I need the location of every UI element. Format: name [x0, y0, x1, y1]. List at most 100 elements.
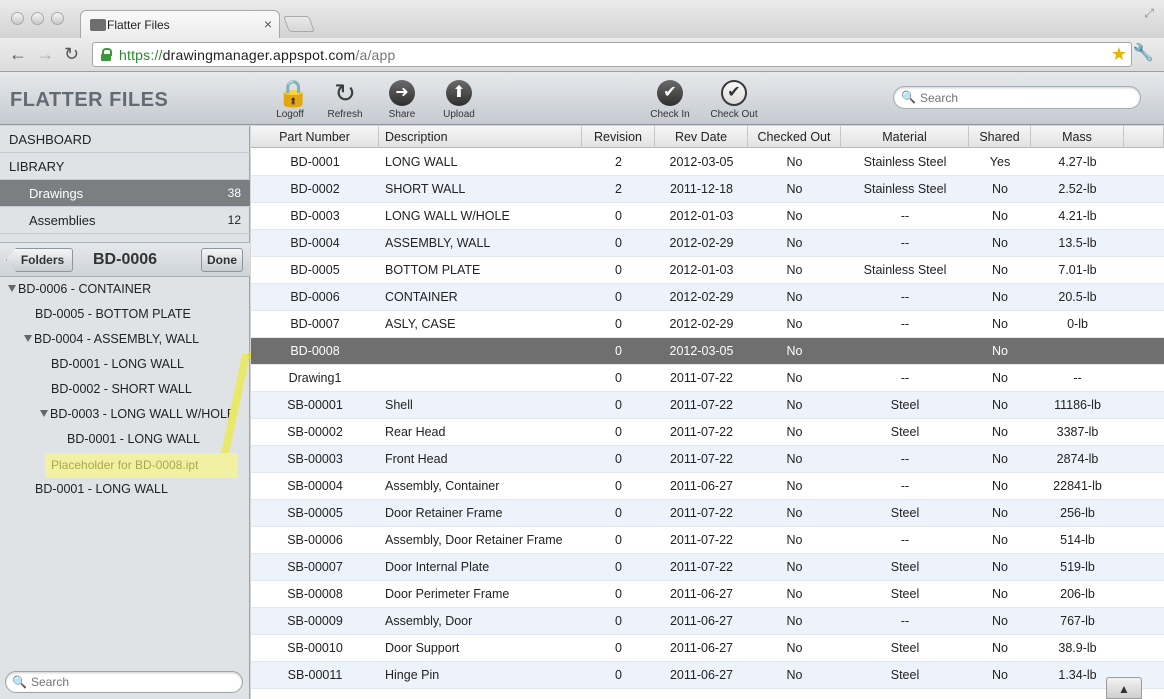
column-header-mass[interactable]: Mass: [1031, 126, 1124, 148]
table-row[interactable]: SB-00003 Front Head 0 2011-07-22 No -- No 2874-…: [251, 446, 1164, 473]
check-in-button[interactable]: ✔ Check In: [641, 80, 699, 120]
bookmark-star-icon[interactable]: ★: [1111, 44, 1127, 65]
cell-shared: No: [992, 641, 1008, 655]
table-row[interactable]: SB-00009 Assembly, Door 0 2011-06-27 No -- No 7…: [251, 608, 1164, 635]
table-row[interactable]: BD-0006 CONTAINER 0 2012-02-29 No -- No 20.5-lb: [251, 284, 1164, 311]
cell-mass: 767-lb: [1060, 614, 1095, 628]
logoff-button[interactable]: 🔒 Logoff: [261, 80, 319, 120]
tree-node[interactable]: BD-0001 - LONG WALL: [35, 480, 168, 498]
cell-description: SHORT WALL: [385, 182, 466, 196]
drop-placeholder: Placeholder for BD-0008.ipt: [45, 453, 238, 478]
done-button[interactable]: Done: [201, 248, 243, 272]
address-bar[interactable]: https://drawingmanager.appspot.com/a/app…: [92, 42, 1132, 67]
column-header-shared[interactable]: Shared: [969, 126, 1031, 148]
expand-triangle-icon[interactable]: [24, 335, 32, 342]
cell-shared: No: [992, 506, 1008, 520]
column-header-material[interactable]: Material: [841, 126, 969, 148]
refresh-button[interactable]: ↻ Refresh: [316, 80, 374, 120]
column-header-rev-date[interactable]: Rev Date: [655, 126, 748, 148]
cell-material: Steel: [890, 587, 920, 601]
sidebar-item-dashboard[interactable]: DASHBOARD: [0, 126, 250, 153]
cell-description: [379, 338, 582, 365]
table-row[interactable]: SB-00002 Rear Head 0 2011-07-22 No Steel No 338…: [251, 419, 1164, 446]
cell-material: Steel: [890, 398, 920, 412]
tab-title: Flatter Files: [107, 18, 170, 32]
wrench-icon[interactable]: 🔧: [1133, 43, 1154, 63]
table-row[interactable]: BD-0007 ASLY, CASE 0 2012-02-29 No -- No 0-lb: [251, 311, 1164, 338]
cell-revision: 0: [615, 533, 622, 547]
table-row[interactable]: BD-0004 ASSEMBLY, WALL 0 2012-02-29 No -- No 13…: [251, 230, 1164, 257]
cell-revision: 0: [615, 236, 622, 250]
column-header-revision[interactable]: Revision: [582, 126, 655, 148]
table-row[interactable]: SB-00001 Shell 0 2011-07-22 No Steel No 11186-l…: [251, 392, 1164, 419]
reload-icon[interactable]: ↻: [64, 44, 79, 64]
browser-tab[interactable]: Flatter Files ×: [80, 10, 280, 38]
expand-triangle-icon[interactable]: [40, 410, 48, 417]
new-tab-button[interactable]: [283, 16, 315, 32]
cell-shared: No: [992, 371, 1008, 385]
ssl-lock-icon: [101, 48, 112, 61]
column-header-description[interactable]: Description: [379, 126, 582, 148]
column-header-part-number[interactable]: Part Number: [251, 126, 379, 148]
tree-node[interactable]: BD-0001 - LONG WALL: [67, 430, 200, 448]
table-row[interactable]: SB-00010 Door Support 0 2011-06-27 No Steel No…: [251, 635, 1164, 662]
table-row[interactable]: BD-0003 LONG WALL W/HOLE 0 2012-01-03 No -- No…: [251, 203, 1164, 230]
zoom-window-icon[interactable]: [51, 12, 64, 25]
share-button[interactable]: ➜ Share: [373, 80, 431, 120]
cell-rev-date: 2012-03-05: [669, 155, 734, 169]
forward-icon[interactable]: →: [36, 44, 54, 64]
sidebar-search-input[interactable]: [31, 674, 231, 690]
cell-material: Steel: [890, 560, 920, 574]
global-search[interactable]: 🔍: [893, 86, 1141, 109]
tree-node[interactable]: BD-0002 - SHORT WALL: [51, 380, 192, 398]
tree-node[interactable]: BD-0004 - ASSEMBLY, WALL: [24, 330, 199, 348]
table-row[interactable]: BD-0008 0 2012-03-05 No No: [251, 338, 1164, 365]
close-window-icon[interactable]: [11, 12, 24, 25]
global-search-input[interactable]: [920, 89, 1130, 106]
upload-icon: ⬆: [446, 80, 472, 106]
table-row[interactable]: SB-00008 Door Perimeter Frame 0 2011-06-27 N…: [251, 581, 1164, 608]
folders-back-button[interactable]: Folders: [6, 248, 73, 272]
cell-rev-date: 2012-03-05: [669, 344, 734, 358]
cell-description: Rear Head: [385, 425, 446, 439]
cell-checked-out: No: [786, 614, 803, 628]
table-row[interactable]: BD-0001 LONG WALL 2 2012-03-05 No Stainless S…: [251, 149, 1164, 176]
cell-material: Steel: [890, 425, 920, 439]
browser-toolbar: ← → ↻ https://drawingmanager.appspot.com…: [0, 38, 1164, 72]
expand-triangle-icon[interactable]: [8, 285, 16, 292]
cell-part-number: SB-00003: [287, 452, 343, 466]
table-row[interactable]: SB-00011 Hinge Pin 0 2011-06-27 No Steel No 1.3…: [251, 662, 1164, 689]
cell-description: Hinge Pin: [385, 668, 440, 682]
table-row[interactable]: BD-0005 BOTTOM PLATE 0 2012-01-03 No Stainles…: [251, 257, 1164, 284]
fullscreen-icon[interactable]: ⤢: [1144, 6, 1154, 21]
upload-button[interactable]: ⬆ Upload: [430, 80, 488, 120]
cell-checked-out: No: [786, 344, 803, 358]
tab-close-icon[interactable]: ×: [264, 16, 272, 32]
sidebar-item-assemblies[interactable]: Assemblies 12: [0, 207, 250, 234]
refresh-icon: ↻: [334, 78, 356, 108]
cell-rev-date: 2011-07-22: [669, 506, 733, 520]
back-icon[interactable]: ←: [9, 44, 27, 64]
tree-node[interactable]: BD-0006 - CONTAINER: [8, 280, 151, 298]
scroll-to-top-button[interactable]: ▲: [1106, 677, 1142, 699]
table-row[interactable]: SB-00006 Assembly, Door Retainer Frame 0 20…: [251, 527, 1164, 554]
tree-node[interactable]: BD-0001 - LONG WALL: [51, 355, 184, 373]
table-row[interactable]: BD-0002 SHORT WALL 2 2011-12-18 No Stainless …: [251, 176, 1164, 203]
cell-mass: 38.9-lb: [1058, 641, 1097, 655]
minimize-window-icon[interactable]: [31, 12, 44, 25]
table-row[interactable]: Drawing1 0 2011-07-22 No -- No --: [251, 365, 1164, 392]
cell-material: Steel: [890, 668, 920, 682]
tree-node[interactable]: BD-0003 - LONG WALL W/HOLE: [40, 405, 235, 423]
table-row[interactable]: SB-00004 Assembly, Container 0 2011-06-27 No…: [251, 473, 1164, 500]
sidebar-item-drawings[interactable]: Drawings 38: [0, 180, 250, 207]
tree-node[interactable]: BD-0005 - BOTTOM PLATE: [35, 305, 191, 323]
column-header-checked-out[interactable]: Checked Out: [748, 126, 841, 148]
table-row[interactable]: SB-00005 Door Retainer Frame 0 2011-07-22 No…: [251, 500, 1164, 527]
sidebar-item-library[interactable]: LIBRARY: [0, 153, 250, 180]
sidebar-search[interactable]: 🔍: [5, 671, 243, 693]
cell-rev-date: 2012-01-03: [669, 263, 734, 277]
table-row[interactable]: SB-00007 Door Internal Plate 0 2011-07-22 No…: [251, 554, 1164, 581]
cell-material: Stainless Steel: [863, 155, 947, 169]
check-out-button[interactable]: ✔ Check Out: [705, 80, 763, 120]
cell-description: Assembly, Door: [385, 614, 473, 628]
